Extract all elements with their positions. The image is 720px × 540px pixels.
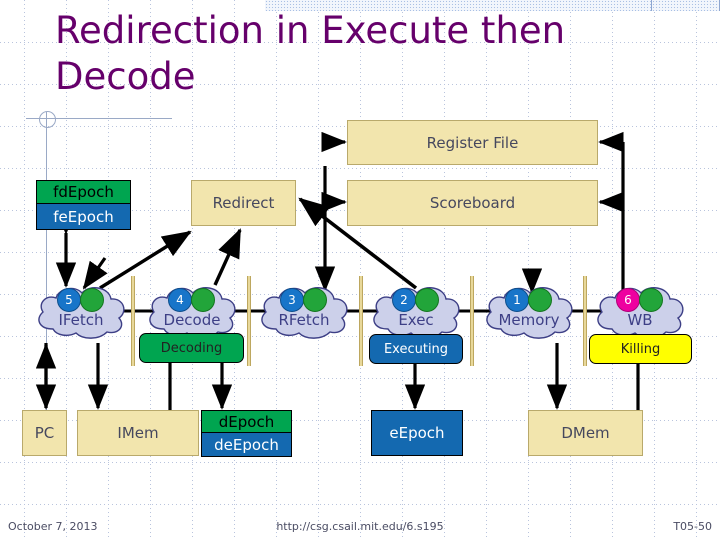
page-title: Redirection in Execute then Decode: [55, 9, 566, 98]
layout-guide-handle-icon: [39, 111, 56, 128]
stage-green-badge: [303, 288, 327, 312]
dmem-label: DMem: [561, 424, 610, 442]
stage-green-badge: [80, 288, 104, 312]
stage-green-badge: [639, 288, 663, 312]
stage-separator: [131, 276, 135, 366]
stage-number-badge: 4: [168, 288, 192, 312]
stage-label: WB: [627, 311, 653, 329]
register-file-box[interactable]: Register File: [347, 120, 598, 165]
stage-label: Memory: [498, 311, 560, 329]
stage-number-badge: 3: [280, 288, 304, 312]
stage-badges-rfetch: 3: [280, 288, 328, 312]
stage-badges-memory: 1: [505, 288, 553, 312]
imem-label: IMem: [117, 424, 159, 442]
status-pill-label: Executing: [383, 341, 449, 357]
redirect-box[interactable]: Redirect: [191, 180, 296, 226]
slide-canvas: Redirection in Execute then Decode Regis…: [0, 0, 720, 540]
scoreboard-label: Scoreboard: [429, 194, 516, 212]
fe-epoch-label: feEpoch: [53, 207, 114, 226]
d-de-epoch-stack[interactable]: dEpoch deEpoch: [201, 410, 292, 457]
imem-box[interactable]: IMem: [77, 410, 199, 456]
fd-fe-epoch-stack[interactable]: fdEpoch feEpoch: [36, 180, 131, 230]
status-pill-killing[interactable]: Killing: [589, 334, 692, 364]
stage-label: Decode: [163, 311, 221, 329]
d-epoch-box[interactable]: dEpoch: [201, 410, 292, 433]
stage-label: Exec: [398, 311, 434, 329]
stage-green-badge: [528, 288, 552, 312]
fd-epoch-label: fdEpoch: [53, 183, 114, 201]
status-pill-executing[interactable]: Executing: [369, 334, 463, 364]
stage-badges-decode: 4: [168, 288, 216, 312]
dmem-box[interactable]: DMem: [528, 410, 643, 456]
stage-separator: [247, 276, 251, 366]
e-epoch-box[interactable]: eEpoch: [371, 410, 463, 456]
stage-separator: [470, 276, 474, 366]
stage-number-badge: 2: [392, 288, 416, 312]
stage-label: RFetch: [278, 311, 330, 329]
status-pill-label: Killing: [620, 341, 661, 357]
pc-label: PC: [34, 424, 55, 442]
stage-separator: [359, 276, 363, 366]
stage-badges-ifetch: 5: [57, 288, 105, 312]
register-file-label: Register File: [426, 133, 519, 152]
stage-green-badge: [415, 288, 439, 312]
stage-cloud-memory[interactable]: 1 Memory: [481, 281, 577, 343]
stage-cloud-ifetch[interactable]: 5 IFetch: [33, 281, 129, 343]
stage-number-badge: 6: [616, 288, 640, 312]
stage-cloud-rfetch[interactable]: 3 RFetch: [256, 281, 352, 343]
layout-guide-vertical: [46, 112, 47, 442]
de-epoch-label: deEpoch: [214, 435, 279, 454]
e-epoch-label: eEpoch: [389, 424, 445, 442]
de-epoch-box[interactable]: deEpoch: [201, 433, 292, 457]
d-epoch-label: dEpoch: [218, 412, 275, 431]
fd-epoch-box[interactable]: fdEpoch: [36, 180, 131, 204]
stage-separator: [583, 276, 587, 366]
status-pill-decoding[interactable]: Decoding: [139, 333, 244, 363]
stage-label: IFetch: [58, 311, 104, 329]
footer-slide-id: T05-50: [673, 520, 712, 533]
stage-badges-exec: 2: [392, 288, 440, 312]
stage-number-badge: 5: [57, 288, 81, 312]
redirect-label: Redirect: [212, 194, 275, 212]
stage-number-badge: 1: [505, 288, 529, 312]
stage-badges-wb: 6: [616, 288, 664, 312]
footer-url: http://csg.csail.mit.edu/6.s195: [276, 520, 444, 533]
scoreboard-box[interactable]: Scoreboard: [347, 180, 598, 226]
stage-green-badge: [191, 288, 215, 312]
pc-box[interactable]: PC: [22, 410, 67, 456]
fe-epoch-box[interactable]: feEpoch: [36, 204, 131, 230]
status-pill-label: Decoding: [160, 340, 223, 356]
